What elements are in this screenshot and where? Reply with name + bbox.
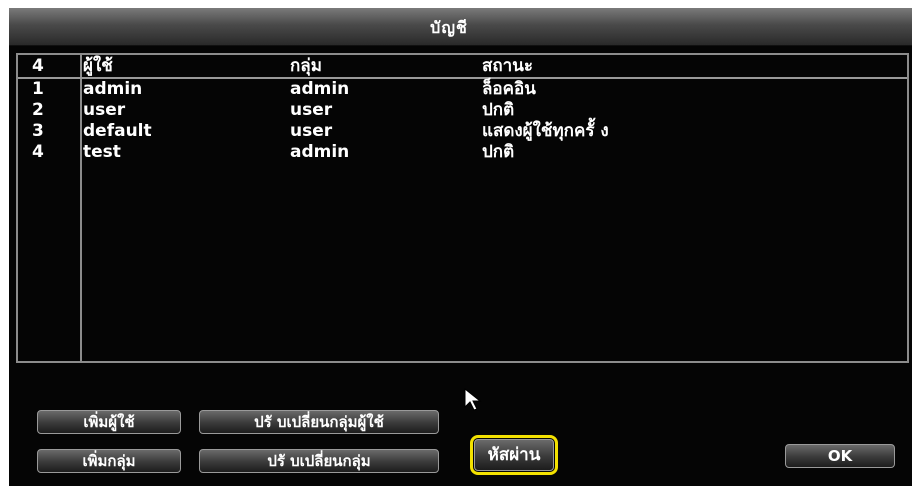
table-row[interactable]: 1 admin admin ล็อคอิน [18, 79, 907, 100]
header-status[interactable]: สถานะ [482, 56, 533, 76]
row-status: ปกติ [482, 142, 515, 162]
header-count: 4 [32, 56, 44, 76]
accounts-dialog: บัญชี 4 ผู้ใช้ กลุ่ม สถานะ 1 admin admin… [9, 8, 912, 486]
table-row[interactable]: 4 test admin ปกติ [18, 142, 907, 163]
row-user: user [83, 100, 126, 120]
user-table: 4 ผู้ใช้ กลุ่ม สถานะ 1 admin admin ล็อคอ… [16, 53, 909, 363]
row-number: 3 [32, 121, 44, 141]
row-user: admin [83, 79, 143, 99]
row-group: admin [290, 79, 350, 99]
header-group[interactable]: กลุ่ม [290, 56, 322, 76]
row-number: 1 [32, 79, 44, 99]
table-header: 4 ผู้ใช้ กลุ่ม สถานะ [18, 56, 907, 77]
password-button[interactable]: หัสผ่าน [470, 435, 558, 475]
add-user-button[interactable]: เพิ่มผู้ใช้ [37, 410, 181, 434]
row-group: user [290, 121, 333, 141]
row-user: default [83, 121, 152, 141]
row-status: ปกติ [482, 100, 515, 120]
row-number: 2 [32, 100, 44, 120]
header-user[interactable]: ผู้ใช้ [83, 56, 113, 76]
table-row[interactable]: 3 default user แสดงผู้ใช้ทุกครั้ ง [18, 121, 907, 142]
modify-group-button[interactable]: ปรั บเปลี่ยนกลุ่ม [199, 449, 439, 473]
mouse-cursor-icon [464, 388, 482, 411]
row-group: admin [290, 142, 350, 162]
table-row[interactable]: 2 user user ปกติ [18, 100, 907, 121]
row-user: test [83, 142, 121, 162]
ok-button[interactable]: OK [785, 444, 895, 468]
modify-user-button[interactable]: ปรั บเปลี่ยนกลุ่มผู้ใช้ [199, 410, 439, 434]
row-group: user [290, 100, 333, 120]
row-number: 4 [32, 142, 44, 162]
dialog-title: บัญชี [430, 18, 468, 37]
row-status: แสดงผู้ใช้ทุกครั้ ง [482, 121, 609, 141]
add-group-button[interactable]: เพิ่มกลุ่ม [37, 449, 181, 473]
title-bar: บัญชี [9, 8, 912, 46]
row-status: ล็อคอิน [482, 79, 536, 99]
